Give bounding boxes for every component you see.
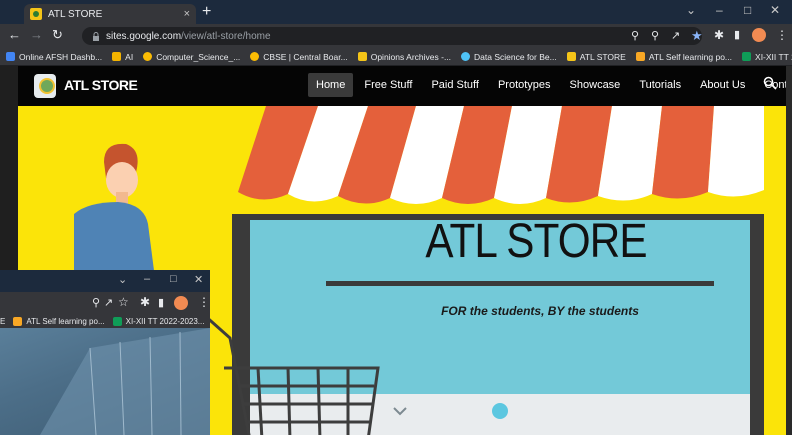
- back-arrow-icon[interactable]: ←: [8, 28, 21, 42]
- tab-search-chevron-icon[interactable]: ⌄: [686, 3, 696, 17]
- overlapping-browser-window[interactable]: ⌄ – □ ✕ ⚲ ↗ ☆ ✱ ▮ ⋮ E ATL Self learning …: [0, 270, 210, 435]
- chevron-down-icon[interactable]: ⌄: [118, 273, 127, 286]
- new-tab-button[interactable]: +: [202, 4, 211, 20]
- bookmark-item[interactable]: Online AFSH Dashb...: [6, 52, 102, 62]
- bookmark-label: XI-XII TT 2022-2023...: [755, 51, 792, 62]
- close-window-icon[interactable]: ✕: [770, 3, 780, 17]
- menu-dots-icon[interactable]: ⋮: [776, 28, 788, 42]
- star-bookmark-icon[interactable]: ★: [691, 28, 703, 44]
- lock-icon: [93, 31, 99, 41]
- browser-toolbar: ← → ↻ sites.google.com/view/atl-store/ho…: [0, 24, 792, 48]
- side-panel-icon[interactable]: ▮: [158, 296, 164, 309]
- overlay-page-content: [0, 328, 210, 435]
- tab-close-icon[interactable]: ×: [184, 8, 190, 20]
- dot-indicator-icon: [492, 403, 508, 419]
- dashboard-icon: [6, 52, 15, 61]
- atl-logo-icon: [13, 316, 23, 326]
- site-nav: Home Free Stuff Paid Stuff Prototypes Sh…: [308, 73, 792, 97]
- building-image: [40, 328, 210, 435]
- zoom-icon[interactable]: ⚲: [92, 296, 100, 309]
- share-icon[interactable]: ↗: [671, 29, 680, 42]
- globe-icon: [143, 52, 153, 61]
- sheets-plus-icon: [742, 52, 752, 61]
- bookmark-item[interactable]: ATL STORE: [566, 51, 626, 62]
- nav-item-free-stuff[interactable]: Free Stuff: [356, 73, 420, 97]
- restore-icon[interactable]: □: [744, 3, 751, 17]
- minimize-icon[interactable]: –: [716, 3, 723, 17]
- menu-dots-icon[interactable]: ⋮: [198, 295, 210, 309]
- site-favicon-icon: [30, 8, 42, 20]
- bookmark-label[interactable]: E: [0, 317, 5, 326]
- side-panel-icon[interactable]: ▮: [734, 28, 740, 41]
- bookmark-item[interactable]: CBSE | Central Boar...: [250, 51, 348, 62]
- forward-arrow-icon[interactable]: →: [30, 28, 43, 42]
- overlay-tab-strip: ⌄ – □ ✕: [0, 270, 210, 292]
- nav-item-tutorials[interactable]: Tutorials: [631, 73, 689, 97]
- site-header: ATL STORE Home Free Stuff Paid Stuff Pro…: [18, 66, 792, 106]
- bookmark-label: Data Science for Be...: [474, 51, 557, 62]
- bookmark-label: CBSE | Central Boar...: [263, 51, 348, 62]
- extensions-icon[interactable]: ✱: [140, 295, 150, 309]
- sheets-plus-icon: [112, 316, 122, 326]
- tab-atl-store[interactable]: ATL STORE ×: [24, 4, 196, 24]
- bookmark-label: Online AFSH Dashb...: [19, 51, 103, 62]
- folder-icon: [112, 52, 122, 61]
- bookmark-item[interactable]: ATL Self learning po...: [13, 316, 105, 326]
- search-icon[interactable]: [763, 76, 777, 90]
- zoom-icon[interactable]: ⚲: [651, 29, 659, 42]
- atl-store-icon: [566, 52, 576, 61]
- person-illustration: [74, 143, 156, 286]
- bookmark-item[interactable]: ATL Self learning po...: [635, 51, 733, 62]
- minimize-icon[interactable]: –: [144, 273, 150, 285]
- awning-icon: [238, 106, 764, 204]
- bookmark-item[interactable]: XI-XII TT 2022-2023...: [112, 316, 205, 326]
- address-bar[interactable]: sites.google.com/view/atl-store/home: [82, 27, 702, 45]
- nav-item-showcase[interactable]: Showcase: [562, 73, 629, 97]
- data-science-icon: [461, 52, 471, 61]
- title-underline: [326, 281, 714, 286]
- hero-subtitle: FOR the students, BY the students: [441, 304, 639, 318]
- reload-icon[interactable]: ↻: [52, 28, 63, 42]
- nav-item-about-us[interactable]: About Us: [692, 73, 753, 97]
- url-domain: sites.google.com: [106, 30, 182, 42]
- bookmark-item[interactable]: Opinions Archives -...: [357, 51, 452, 62]
- opinions-icon: [357, 52, 367, 61]
- bookmark-item[interactable]: Computer_Science_...: [143, 52, 240, 62]
- nav-item-prototypes[interactable]: Prototypes: [490, 73, 559, 97]
- extensions-icon[interactable]: ✱: [714, 28, 724, 42]
- bookmark-item[interactable]: AI: [112, 52, 133, 62]
- atl-logo-icon: [635, 52, 645, 61]
- star-bookmark-icon[interactable]: ☆: [118, 295, 129, 309]
- url-path: /view/atl-store/home: [181, 30, 271, 42]
- close-window-icon[interactable]: ✕: [194, 273, 203, 286]
- overlay-toolbar: ⚲ ↗ ☆ ✱ ▮ ⋮: [0, 292, 210, 314]
- bookmark-label: AI: [125, 51, 134, 62]
- bookmark-label: XI-XII TT 2022-2023...: [125, 316, 205, 326]
- bookmark-label: ATL STORE: [579, 51, 626, 62]
- browser-tab-strip: ATL STORE × + ⌄ – □ ✕: [0, 0, 792, 24]
- share-icon[interactable]: ↗: [104, 296, 113, 309]
- tab-title: ATL STORE: [48, 8, 103, 20]
- globe-icon: [250, 52, 260, 61]
- hero-title: ATL STORE: [425, 215, 647, 268]
- bookmark-label: Computer_Science_...: [156, 51, 241, 62]
- bookmark-label: ATL Self learning po...: [648, 51, 733, 62]
- overlay-bookmarks-bar: E ATL Self learning po... XI-XII TT 2022…: [0, 314, 210, 328]
- bookmark-item[interactable]: XI-XII TT 2022-2023...: [742, 52, 792, 62]
- atl-logo-icon[interactable]: [34, 74, 56, 98]
- restore-icon[interactable]: □: [170, 273, 177, 285]
- bookmarks-bar: Online AFSH Dashb... AI Computer_Science…: [0, 48, 792, 66]
- profile-avatar-icon[interactable]: [752, 28, 766, 42]
- bookmark-label: ATL Self learning po...: [26, 316, 105, 326]
- bookmark-label: Opinions Archives -...: [370, 51, 452, 62]
- bookmark-item[interactable]: Data Science for Be...: [461, 52, 557, 62]
- site-title[interactable]: ATL STORE: [64, 77, 138, 93]
- page-scrollbar[interactable]: [786, 66, 792, 435]
- nav-item-paid-stuff[interactable]: Paid Stuff: [423, 73, 487, 97]
- nav-item-home[interactable]: Home: [308, 73, 354, 97]
- profile-avatar-icon[interactable]: [174, 296, 188, 310]
- search-icon[interactable]: ⚲: [631, 29, 639, 42]
